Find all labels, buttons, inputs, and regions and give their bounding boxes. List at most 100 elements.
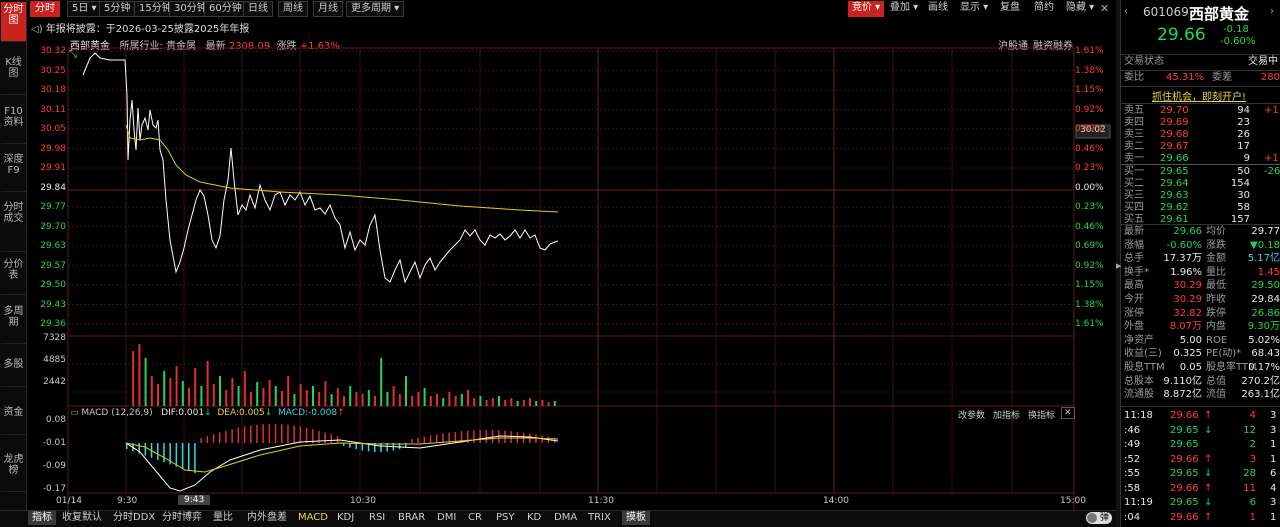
stock-name: 西部黄金 (1189, 5, 1250, 23)
popup-toggle[interactable]: 弹 (1086, 512, 1112, 524)
prev-stock-icon[interactable]: ‹ (1124, 6, 1128, 17)
macd-tab[interactable]: MACD (298, 511, 328, 525)
macd-value: MACD:-0.008 (278, 408, 338, 418)
intraday-game-tab[interactable]: 分时博弈 (162, 511, 202, 525)
tick-count: 1 (1270, 511, 1277, 523)
volume-bar (547, 402, 550, 406)
tick-volume: 11 (1243, 482, 1256, 494)
volume-bar (448, 392, 451, 406)
volume-axis-label: 7328 (43, 333, 66, 343)
volume-bar (361, 394, 364, 406)
volume-bar (386, 392, 389, 406)
price-axis-label: 29.91 (40, 163, 66, 173)
order-level-label: 买四 (1124, 202, 1144, 213)
trade-status-value: 交易中 (1248, 56, 1278, 67)
tick-price: 29.65 (1170, 468, 1199, 479)
percent-axis-label: 1.38% (1075, 65, 1104, 76)
quote-label: ROE (1206, 334, 1228, 346)
quote-row: 外盘 8.07万 内盘 9.30万 (1124, 321, 1280, 333)
volume-bar (237, 386, 240, 406)
order-price: 29.67 (1160, 141, 1189, 152)
macd-bar (144, 443, 147, 456)
volume-ratio-tab[interactable]: 量比 (213, 511, 233, 525)
quote-label: 今开 (1124, 294, 1144, 305)
price-axis-label: 29.77 (40, 202, 66, 212)
switch-indicator-link[interactable]: 换指标 (1028, 408, 1055, 421)
open-account-banner[interactable]: 抓住机会，即刻开户! (1152, 88, 1246, 103)
restore-default-tab[interactable]: 收复默认 (62, 511, 102, 525)
percent-axis-label: 0.92% (1075, 260, 1104, 271)
tick-price: 29.66 (1170, 511, 1199, 523)
price-axis-label: 30.18 (40, 85, 66, 95)
order-change: -26 (1264, 166, 1280, 177)
intraday-chart[interactable] (0, 0, 1118, 527)
tick-time: :58 (1124, 482, 1141, 494)
buy-order-row[interactable]: 买二 29.64 154 (1124, 178, 1280, 190)
quote-row: 总手 17.37万 金额 5.17亿 (1124, 253, 1280, 265)
macd-bar (473, 430, 475, 443)
brar-tab[interactable]: BRAR (398, 511, 425, 525)
trade-status-label: 交易状态 (1124, 56, 1164, 67)
intraday-ddx-tab[interactable]: 分时DDX (113, 511, 155, 525)
price-axis-label: 29.36 (40, 319, 66, 329)
trix-tab[interactable]: TRIX (588, 511, 611, 525)
macd-bar (250, 425, 252, 443)
time-axis-label: 11:30 (588, 496, 614, 506)
quote-value: 26.86 (1251, 307, 1280, 319)
time-axis-label: 14:00 (823, 496, 849, 506)
quote-row: 最高 30.29 最低 29.50 (1124, 280, 1280, 292)
add-indicator-link[interactable]: 加指标 (993, 408, 1020, 421)
volume-bar (163, 371, 166, 406)
sell-order-row[interactable]: 卖五 29.70 94 +1 (1124, 105, 1280, 117)
sell-order-row[interactable]: 卖四 29.69 23 (1124, 117, 1280, 129)
macd-bar (231, 429, 233, 443)
percent-axis-label: 0.46% (1075, 221, 1104, 232)
sell-order-row[interactable]: 卖二 29.67 17 (1124, 141, 1280, 153)
volume-bar (194, 368, 197, 406)
quote-label: 净资产 (1124, 334, 1154, 346)
quote-row: 今开 30.29 昨收 29.84 (1124, 294, 1280, 306)
order-level-label: 买三 (1124, 190, 1144, 201)
macd-bar (510, 431, 512, 443)
expand-arrow-icon[interactable]: ▶ (1116, 262, 1121, 270)
volume-bar (491, 398, 494, 406)
cr-tab[interactable]: CR (468, 511, 482, 525)
quote-label: 外盘 (1124, 321, 1144, 333)
macd-bar (157, 443, 159, 460)
time-axis-date: 01/14 (56, 496, 82, 506)
buy-order-row[interactable]: 买四 29.62 58 (1124, 202, 1280, 214)
buy-order-row[interactable]: 买一 29.65 50 -26 (1124, 166, 1280, 178)
template-tab[interactable]: 摸板 (622, 511, 650, 525)
quote-value: 30.29 (1173, 294, 1202, 305)
volume-bar (553, 401, 556, 406)
quote-label: 流通股 (1124, 389, 1154, 401)
time-axis-label: 9:30 (117, 496, 138, 506)
inner-outer-diff-tab[interactable]: 内外盘差 (247, 511, 287, 525)
kd-tab[interactable]: KD (527, 511, 541, 525)
psy-tab[interactable]: PSY (496, 511, 515, 525)
volume-bar (262, 388, 265, 406)
quote-value: 29.77 (1251, 226, 1280, 237)
macd-bar (324, 432, 326, 443)
indicator-tab[interactable]: 指标 (28, 511, 56, 525)
close-indicator-icon[interactable]: ✕ (1061, 407, 1075, 419)
tick-volume: 6 (1249, 497, 1256, 508)
percent-axis-label: 1.61% (1075, 319, 1104, 329)
dma-tab[interactable]: DMA (554, 511, 577, 525)
macd-settings-icon[interactable]: ▭ (70, 408, 81, 418)
kdj-tab[interactable]: KDJ (337, 511, 354, 525)
quote-label: PE(动)* (1206, 348, 1242, 360)
quote-label: 涨跌 (1206, 239, 1226, 251)
collapse-icon[interactable]: ⤡ (69, 49, 77, 60)
dmi-tab[interactable]: DMI (437, 511, 456, 525)
next-stock-icon[interactable]: › (1270, 6, 1274, 17)
macd-bar (361, 443, 364, 451)
buy-order-row[interactable]: 买三 29.63 30 (1124, 190, 1280, 202)
change-params-link[interactable]: 改参数 (958, 408, 985, 421)
tick-count: 3 (1270, 497, 1277, 508)
rsi-tab[interactable]: RSI (369, 511, 385, 525)
sell-order-row[interactable]: 卖三 29.68 26 (1124, 129, 1280, 141)
quote-label: 总股本 (1124, 375, 1154, 387)
macd-bar (442, 433, 444, 443)
quote-label: 最新 (1124, 226, 1144, 237)
